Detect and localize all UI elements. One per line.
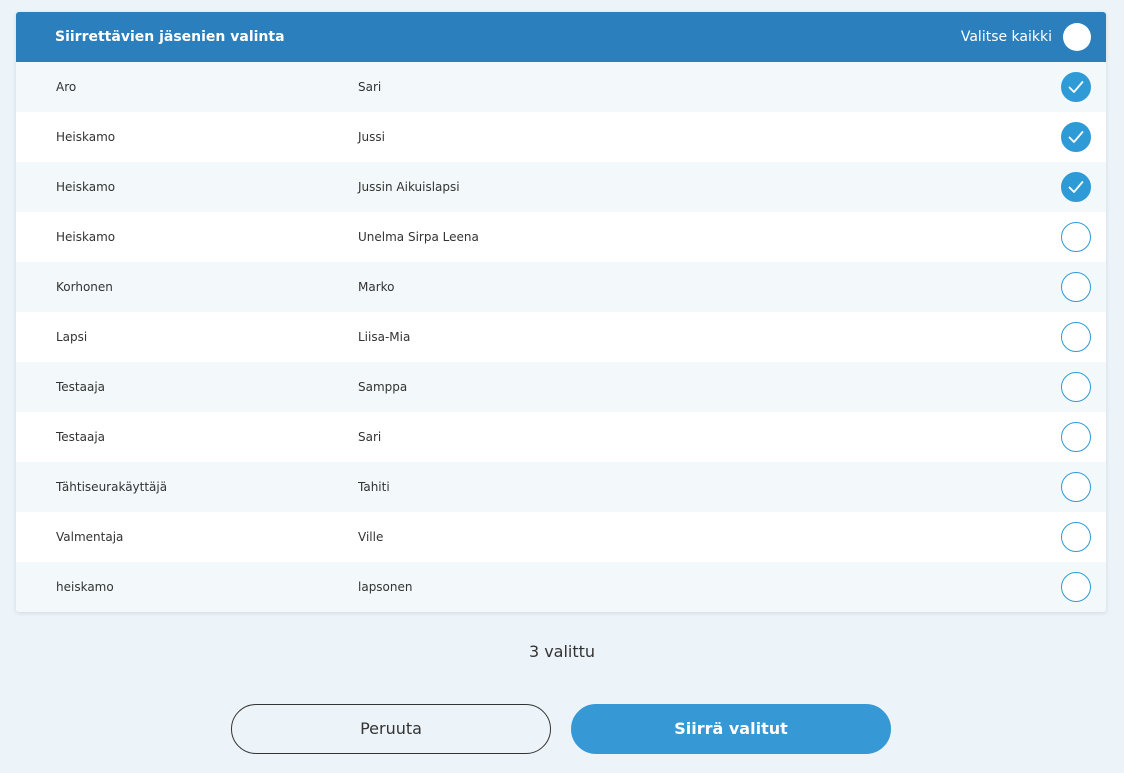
member-first-name: Sari xyxy=(358,80,382,94)
member-row[interactable]: heiskamo lapsonen xyxy=(16,562,1106,612)
member-last-name: Heiskamo xyxy=(56,180,116,194)
member-last-name: Tähtiseurakäyttäjä xyxy=(56,480,168,494)
member-select-checkbox-empty[interactable] xyxy=(1061,522,1091,552)
member-row[interactable]: Aro Sari xyxy=(16,62,1106,112)
member-select-checkbox-empty[interactable] xyxy=(1061,322,1091,352)
card-title: Siirrettävien jäsenien valinta xyxy=(55,29,285,45)
member-first-name: Tahiti xyxy=(358,480,390,494)
select-all-label: Valitse kaikki xyxy=(960,29,1052,45)
selection-count: 3 valittu xyxy=(528,642,596,661)
member-first-name: lapsonen xyxy=(358,580,413,594)
cancel-button[interactable]: Peruuta xyxy=(231,704,551,754)
select-all-toggle[interactable]: Valitse kaikki xyxy=(961,12,1091,62)
member-select-checkbox-empty[interactable] xyxy=(1061,422,1091,452)
member-last-name: Valmentaja xyxy=(56,530,124,544)
member-last-name: heiskamo xyxy=(56,580,114,594)
member-select-checkbox-checked[interactable] xyxy=(1061,122,1091,152)
member-row[interactable]: Lapsi Liisa-Mia xyxy=(16,312,1106,362)
member-row[interactable]: Heiskamo Unelma Sirpa Leena xyxy=(16,212,1106,262)
member-row[interactable]: Tähtiseurakäyttäjä Tahiti xyxy=(16,462,1106,512)
member-row[interactable]: Testaaja Samppa xyxy=(16,362,1106,412)
member-first-name: Samppa xyxy=(358,380,408,394)
member-row[interactable]: Testaaja Sari xyxy=(16,412,1106,462)
member-select-checkbox-empty[interactable] xyxy=(1061,572,1091,602)
member-first-name: Jussin Aikuislapsi xyxy=(358,180,460,194)
member-first-name: Ville xyxy=(358,530,384,544)
member-last-name: Testaaja xyxy=(56,380,106,394)
member-row[interactable]: Heiskamo Jussi xyxy=(16,112,1106,162)
member-last-name: Korhonen xyxy=(56,280,113,294)
transfer-selected-button[interactable]: Siirrä valitut xyxy=(571,704,891,754)
checkmark-icon xyxy=(1068,131,1084,143)
member-last-name: Lapsi xyxy=(56,330,88,344)
member-select-checkbox-empty[interactable] xyxy=(1061,272,1091,302)
member-last-name: Heiskamo xyxy=(56,230,116,244)
member-row[interactable]: Korhonen Marko xyxy=(16,262,1106,312)
member-selection-card: Siirrettävien jäsenien valinta Valitse k… xyxy=(16,12,1106,612)
member-first-name: Sari xyxy=(358,430,382,444)
member-first-name: Unelma Sirpa Leena xyxy=(358,230,479,244)
member-list: Aro Sari Heiskamo Jussi Heiskamo Jussin xyxy=(16,62,1106,612)
member-last-name: Heiskamo xyxy=(56,130,116,144)
member-last-name: Aro xyxy=(56,80,77,94)
member-first-name: Liisa-Mia xyxy=(358,330,411,344)
card-header: Siirrettävien jäsenien valinta Valitse k… xyxy=(16,12,1106,62)
checkmark-icon xyxy=(1068,181,1084,193)
member-first-name: Marko xyxy=(358,280,395,294)
member-select-checkbox-empty[interactable] xyxy=(1061,472,1091,502)
member-select-checkbox-checked[interactable] xyxy=(1061,172,1091,202)
member-select-checkbox-empty[interactable] xyxy=(1061,372,1091,402)
member-select-checkbox-checked[interactable] xyxy=(1061,72,1091,102)
member-first-name: Jussi xyxy=(358,130,385,144)
select-all-circle-icon[interactable] xyxy=(1063,23,1091,51)
checkmark-icon xyxy=(1068,81,1084,93)
member-last-name: Testaaja xyxy=(56,430,106,444)
member-row[interactable]: Valmentaja Ville xyxy=(16,512,1106,562)
member-row[interactable]: Heiskamo Jussin Aikuislapsi xyxy=(16,162,1106,212)
member-select-checkbox-empty[interactable] xyxy=(1061,222,1091,252)
